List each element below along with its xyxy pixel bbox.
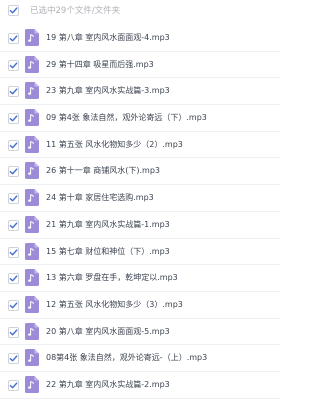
audio-file-icon [25, 215, 39, 233]
file-checkbox[interactable] [8, 166, 19, 178]
check-icon [9, 115, 18, 122]
file-row[interactable]: 11 第五张 风水化物知多少（2）.mp3 [0, 132, 280, 159]
file-name[interactable]: 24 第十章 家居住宅选购.mp3 [46, 192, 154, 204]
audio-file-icon [25, 82, 39, 100]
file-checkbox[interactable] [8, 86, 19, 98]
file-name[interactable]: 15 第七章 财位和神位（下）.mp3 [46, 246, 170, 258]
file-name[interactable]: 21 第九章 室内风水实战篇-1.mp3 [46, 219, 170, 231]
file-row[interactable]: 13 第六章 罗盘在手，乾坤定以.mp3 [0, 265, 280, 292]
file-checkbox[interactable] [8, 299, 19, 311]
audio-file-icon [25, 135, 39, 153]
file-name[interactable]: 26 第十一章 商铺风水(下).mp3 [46, 165, 160, 177]
check-icon [9, 355, 18, 362]
file-row[interactable]: 29 第十四章 吸星而后强.mp3 [0, 52, 280, 79]
file-checkbox[interactable] [8, 33, 19, 44]
file-name[interactable]: 20 第八章 室内风水面面观-5.mp3 [46, 326, 170, 338]
file-name[interactable]: 29 第十四章 吸星而后强.mp3 [46, 59, 154, 71]
check-icon [9, 62, 18, 69]
file-row[interactable]: 09 第4张 象法自然，观外论寄远（下）.mp3 [0, 105, 280, 132]
audio-file-icon [25, 269, 39, 287]
selection-summary: 已选中29个文件/文件夹 [30, 6, 121, 16]
file-checkbox[interactable] [8, 246, 19, 258]
file-row[interactable]: 23 第九章 室内风水实战篇-3.mp3 [0, 78, 280, 106]
file-row[interactable]: 12 第五张 风水化物知多少（3）.mp3 [0, 292, 280, 319]
check-icon [9, 222, 18, 229]
file-row[interactable]: 08第4张 象法自然，观外论寄远-（上）.mp3 [0, 345, 280, 372]
file-checkbox[interactable] [8, 139, 19, 151]
file-checkbox[interactable] [8, 113, 19, 125]
audio-file-icon [25, 29, 39, 46]
file-checkbox[interactable] [8, 379, 19, 391]
file-name[interactable]: 19 第八章 室内风水面面观-4.mp3 [46, 32, 170, 44]
file-checkbox[interactable] [8, 353, 19, 365]
check-icon [9, 195, 18, 202]
audio-file-icon [25, 375, 39, 393]
audio-file-icon [25, 109, 39, 127]
select-all-checkbox[interactable] [8, 5, 19, 16]
check-icon [9, 248, 18, 255]
file-name[interactable]: 13 第六章 罗盘在手，乾坤定以.mp3 [46, 272, 178, 284]
file-name[interactable]: 11 第五张 风水化物知多少（2）.mp3 [46, 139, 183, 151]
file-list: 19 第八章 室内风水面面观-4.mp3 29 第十四章 吸星而后强.mp3 23 … [0, 25, 280, 399]
check-icon [9, 7, 18, 14]
file-row[interactable]: 19 第八章 室内风水面面观-4.mp3 [0, 25, 280, 52]
file-checkbox[interactable] [8, 59, 19, 71]
audio-file-icon [25, 189, 39, 207]
audio-file-icon [25, 55, 39, 73]
audio-file-icon [25, 295, 39, 313]
check-icon [9, 302, 18, 309]
file-row[interactable]: 21 第九章 室内风水实战篇-1.mp3 [0, 212, 280, 239]
file-row[interactable]: 20 第八章 室内风水面面观-5.mp3 [0, 319, 280, 346]
check-icon [9, 142, 18, 149]
file-name[interactable]: 08第4张 象法自然，观外论寄远-（上）.mp3 [46, 352, 207, 364]
audio-file-icon [25, 162, 39, 180]
file-row[interactable]: 26 第十一章 商铺风水(下).mp3 [0, 158, 280, 186]
check-icon [9, 382, 18, 389]
check-icon [9, 329, 18, 336]
file-checkbox[interactable] [8, 193, 19, 205]
audio-file-icon [25, 349, 39, 367]
file-row[interactable]: 22 第九章 室内风水实战篇-2.mp3 [0, 372, 280, 399]
check-icon [9, 275, 18, 282]
file-row[interactable]: 24 第十章 家居住宅选购.mp3 [0, 185, 280, 212]
file-name[interactable]: 22 第九章 室内风水实战篇-2.mp3 [46, 379, 170, 391]
check-icon [9, 168, 18, 175]
audio-file-icon [25, 242, 39, 260]
file-name[interactable]: 09 第4张 象法自然，观外论寄远（下）.mp3 [46, 112, 207, 124]
file-checkbox[interactable] [8, 326, 19, 338]
file-checkbox[interactable] [8, 219, 19, 231]
file-checkbox[interactable] [8, 273, 19, 285]
file-row[interactable]: 15 第七章 财位和神位（下）.mp3 [0, 239, 280, 266]
check-icon [9, 88, 18, 95]
audio-file-icon [25, 322, 39, 340]
selection-header: 已选中29个文件/文件夹 [0, 0, 280, 24]
check-icon [9, 35, 18, 42]
file-name[interactable]: 23 第九章 室内风水实战篇-3.mp3 [46, 85, 170, 97]
file-name[interactable]: 12 第五张 风水化物知多少（3）.mp3 [46, 299, 183, 311]
